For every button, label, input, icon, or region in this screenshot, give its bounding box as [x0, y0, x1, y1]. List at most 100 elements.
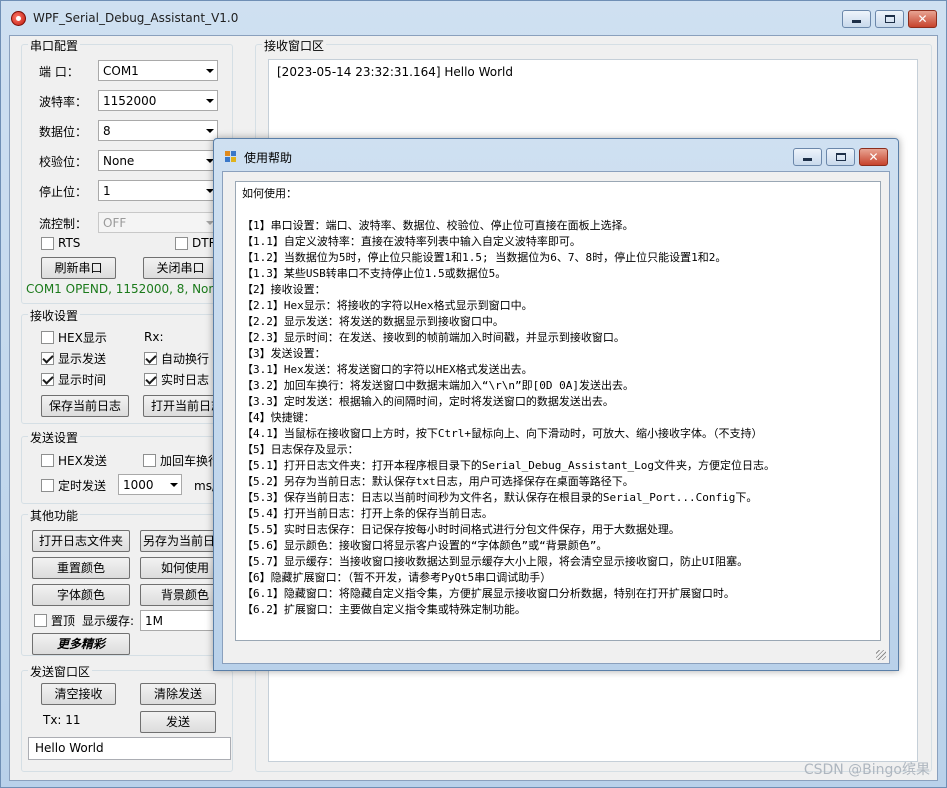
baud-select[interactable]: 1152000 [98, 90, 218, 111]
help-client-area: 如何使用： 【1】串口设置：端口、波特率、数据位、校验位、停止位可直接在面板上选择… [222, 171, 890, 664]
add-crlf-checkbox[interactable]: 加回车换行 [143, 452, 220, 469]
help-line: 如何使用： [242, 187, 297, 200]
close-port-button[interactable]: 关闭串口 [143, 257, 218, 279]
reset-color-button[interactable]: 重置颜色 [32, 557, 130, 579]
realtime-log-label: 实时日志 [161, 373, 210, 387]
hex-display-label: HEX显示 [58, 331, 107, 345]
hex-send-checkbox[interactable]: HEX发送 [41, 452, 107, 469]
port-value: COM1 [103, 64, 139, 78]
send-input[interactable]: Hello World [28, 737, 231, 760]
auto-newline-checkbox[interactable]: 自动换行 [144, 350, 209, 367]
font-color-button[interactable]: 字体颜色 [32, 584, 130, 606]
topmost-checkbox[interactable]: 置顶 [34, 612, 75, 629]
watermark: CSDN @Bingo缤果 [803, 762, 930, 778]
checkbox-box [175, 236, 188, 250]
help-line: 【5.2】另存为当前日志：默认保存txt日志，用户可选择保存在桌面等路径下。 [242, 475, 634, 488]
help-line: 【6.2】扩展窗口：主要做自定义指令集或特殊定制功能。 [242, 603, 526, 616]
checkbox-box [144, 373, 157, 386]
help-window-icon [225, 151, 237, 163]
hex-display-checkbox[interactable]: HEX显示 [41, 329, 107, 346]
receive-content: [2023-05-14 23:32:31.164] Hello World [277, 65, 513, 79]
help-line: 【3.1】Hex发送：将发送窗口的字符以HEX格式发送出去。 [242, 363, 533, 376]
databits-label: 数据位： [39, 125, 88, 139]
hex-send-label: HEX发送 [58, 454, 107, 468]
parity-label: 校验位： [39, 155, 88, 169]
help-dialog[interactable]: 使用帮助 ✕ 如何使用： 【1】串口设置：端口、波特率、数据位、校验位、停止位可直… [213, 138, 899, 671]
timed-send-checkbox[interactable]: 定时发送 [41, 477, 106, 494]
interval-value: 1000 [123, 478, 154, 492]
minimize-icon [852, 20, 861, 23]
show-time-checkbox[interactable]: 显示时间 [41, 371, 106, 388]
tx-counter: Tx: 11 [43, 713, 81, 727]
checkbox-box [41, 236, 54, 250]
minimize-icon [803, 158, 812, 161]
help-line: 【5.3】保存当前日志：日志以当前时间秒为文件名，默认保存在根目录的Serial… [242, 491, 758, 504]
help-line: 【2.3】显示时间：在发送、接收到的帧前端加入时间戳，并显示到接收窗口。 [242, 331, 625, 344]
other-functions-title: 其他功能 [28, 507, 81, 524]
help-line: 【3.2】加回车换行：将发送窗口中数据末端加入“\r\n”即[0D 0A]发送出… [242, 379, 634, 392]
send-button[interactable]: 发送 [140, 711, 216, 733]
rx-counter: Rx: [144, 330, 164, 344]
checkbox-box [41, 373, 54, 386]
checkbox-box [41, 331, 54, 344]
help-close-button[interactable]: ✕ [859, 148, 888, 166]
maximize-button[interactable] [875, 10, 904, 28]
help-line: 【2】接收设置： [242, 283, 326, 296]
port-select[interactable]: COM1 [98, 60, 218, 81]
help-line: 【5】日志保存及显示： [242, 443, 359, 456]
parity-select[interactable]: None [98, 150, 218, 171]
serial-config-title: 串口配置 [28, 37, 81, 54]
dtr-checkbox[interactable]: DTR [175, 236, 217, 250]
flow-label: 流控制： [39, 217, 88, 231]
databits-select[interactable]: 8 [98, 120, 218, 141]
checkbox-box [143, 454, 156, 467]
clear-receive-button[interactable]: 清空接收 [41, 683, 116, 705]
close-icon: ✕ [868, 150, 879, 164]
realtime-log-checkbox[interactable]: 实时日志 [144, 371, 209, 388]
help-line: 【1.2】当数据位为5时，停止位只能设置1和1.5; 当数据位为6、7、8时，停… [242, 251, 727, 264]
help-line: 【5.4】打开当前日志：打开上条的保存当前日志。 [242, 507, 493, 520]
baud-value: 1152000 [103, 94, 157, 108]
resize-grip-icon[interactable] [876, 650, 886, 660]
help-line: 【3.3】定时发送：根据输入的间隔时间，定时将发送窗口的数据发送出去。 [242, 395, 614, 408]
window-title: WPF_Serial_Debug_Assistant_V1.0 [33, 11, 239, 25]
title-bar[interactable]: WPF_Serial_Debug_Assistant_V1.0 ✕ [1, 1, 946, 35]
clear-send-button[interactable]: 清除发送 [140, 683, 216, 705]
send-settings-title: 发送设置 [28, 429, 81, 446]
baud-label: 波特率： [39, 95, 88, 109]
port-label: 端 口： [39, 65, 79, 79]
checkbox-box [41, 352, 54, 365]
help-line: 【5.6】显示颜色：接收窗口将显示客户设置的“字体颜色”或“背景颜色”。 [242, 539, 608, 552]
help-line: 【5.7】显示缓存：当接收窗口接收数据达到显示缓存大小上限，将会清空显示接收窗口… [242, 555, 749, 568]
close-icon: ✕ [917, 12, 928, 26]
checkbox-box [41, 479, 54, 492]
checkbox-box [34, 614, 47, 627]
minimize-button[interactable] [842, 10, 871, 28]
help-textbox[interactable]: 如何使用： 【1】串口设置：端口、波特率、数据位、校验位、停止位可直接在面板上选择… [235, 181, 881, 641]
topmost-label: 置顶 [51, 614, 76, 628]
flow-select: OFF [98, 212, 218, 233]
help-line: 【3】发送设置： [242, 347, 326, 360]
maximize-icon [884, 15, 895, 23]
help-minimize-button[interactable] [793, 148, 822, 166]
show-send-checkbox[interactable]: 显示发送 [41, 350, 106, 367]
rts-checkbox[interactable]: RTS [41, 236, 80, 250]
checkbox-box [41, 454, 54, 467]
display-cache-label: 显示缓存: [82, 614, 135, 628]
more-features-button[interactable]: 更多精彩 [32, 633, 130, 655]
receive-window-title: 接收窗口区 [262, 37, 327, 54]
help-line [242, 202, 874, 218]
help-line: 【2.1】Hex显示：将接收的字符以Hex格式显示到窗口中。 [242, 299, 533, 312]
help-maximize-button[interactable] [826, 148, 855, 166]
open-log-folder-button[interactable]: 打开日志文件夹 [32, 530, 130, 552]
send-window-group: 发送窗口区 清空接收 清除发送 Tx: 11 发送 Hello World [21, 663, 233, 772]
close-button[interactable]: ✕ [908, 10, 937, 28]
help-line: 【5.5】实时日志保存：日记保存按每小时时间格式进行分包文件保存，用于大数据处理… [242, 523, 680, 536]
stopbits-label: 停止位： [39, 185, 88, 199]
databits-value: 8 [103, 124, 111, 138]
refresh-port-button[interactable]: 刷新串口 [41, 257, 116, 279]
stopbits-select[interactable]: 1 [98, 180, 218, 201]
display-cache-value: 1M [145, 614, 163, 628]
save-current-log-button[interactable]: 保存当前日志 [41, 395, 129, 417]
interval-select[interactable]: 1000 [118, 474, 182, 495]
